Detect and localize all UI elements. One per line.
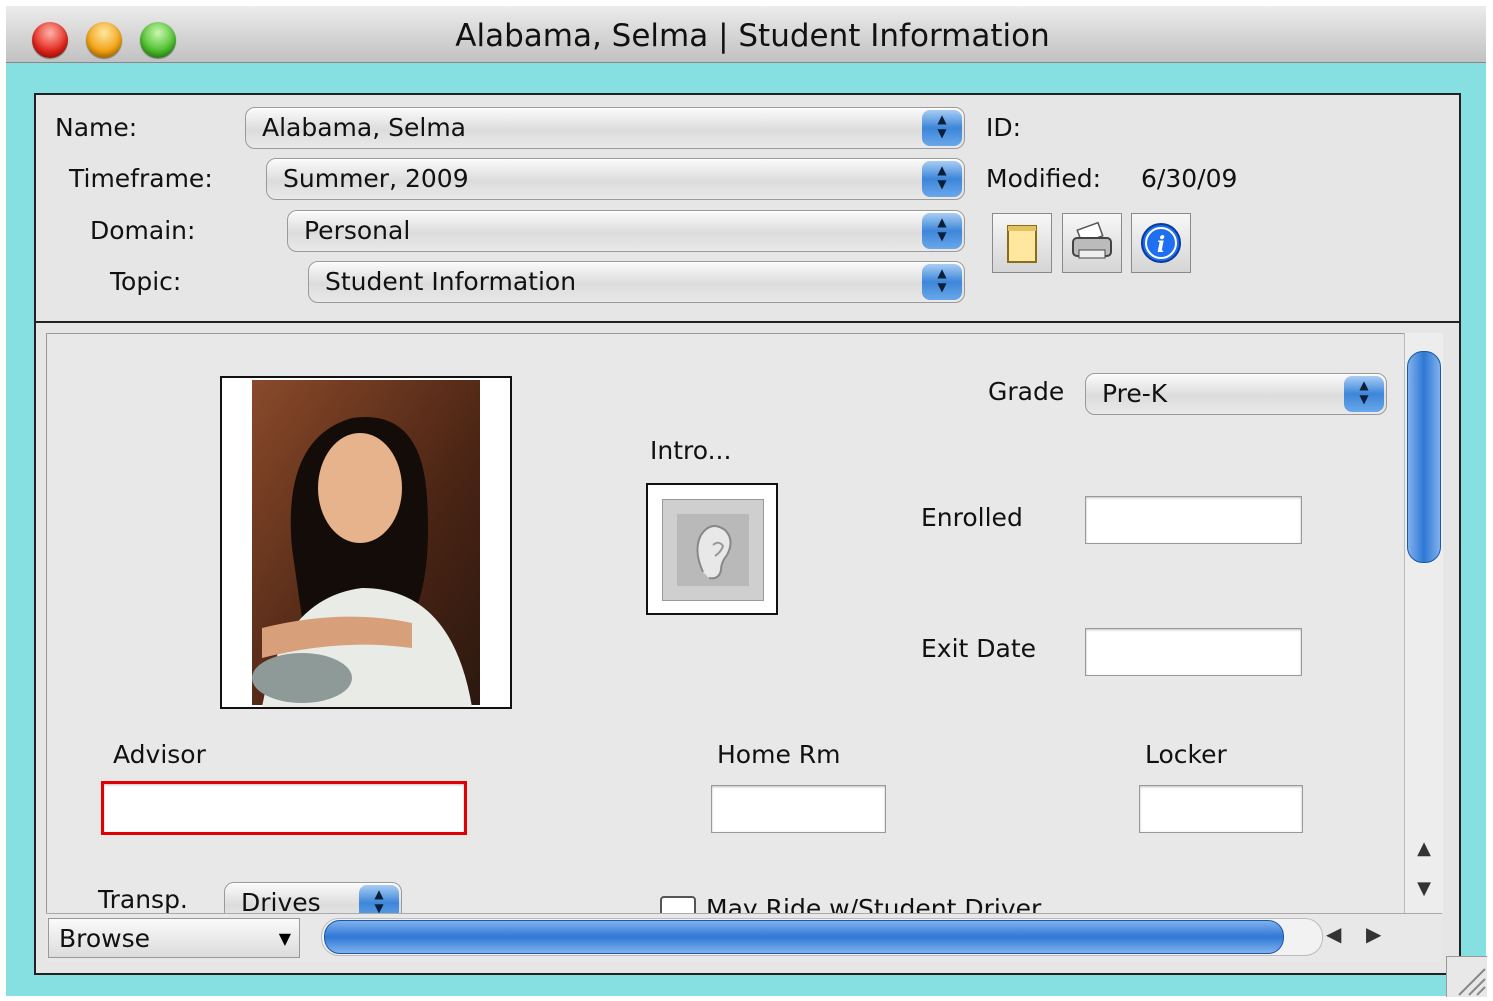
home-rm-label: Home Rm xyxy=(717,740,841,769)
locker-label: Locker xyxy=(1145,740,1227,769)
transp-value: Drives xyxy=(241,888,321,913)
svg-text:i: i xyxy=(1157,232,1165,258)
exit-date-label: Exit Date xyxy=(921,634,1037,663)
intro-label: Intro... xyxy=(650,436,732,465)
may-ride-label: May Ride w/Student Driver xyxy=(706,894,1042,913)
scroll-up-arrow-icon[interactable]: ▲ xyxy=(1405,838,1443,868)
clipped-row: Transp. Drives ▲ ▼ May Ride w/Student Dri… xyxy=(46,870,1404,913)
topic-value: Student Information xyxy=(325,267,577,296)
window-title: Alabama, Selma | Student Information xyxy=(455,18,1050,54)
scroll-right-arrow-icon[interactable]: ▶ xyxy=(1366,922,1381,946)
domain-popup[interactable]: Personal ▲ ▼ xyxy=(287,210,965,252)
id-label: ID: xyxy=(986,113,1022,142)
scroll-left-arrow-icon[interactable]: ◀ xyxy=(1326,922,1341,946)
intro-audio-button[interactable] xyxy=(646,483,778,615)
transp-popup[interactable]: Drives ▲ ▼ xyxy=(224,882,402,913)
topic-label: Topic: xyxy=(110,267,182,296)
home-rm-field[interactable] xyxy=(711,785,886,833)
bottom-bar: Browse ▼ ◀ ▶ xyxy=(46,913,1442,962)
ear-icon xyxy=(677,514,749,586)
domain-value: Personal xyxy=(304,216,411,245)
name-label: Name: xyxy=(55,113,138,142)
print-button[interactable] xyxy=(1062,213,1122,273)
grade-popup[interactable]: Pre-K ▲ ▼ xyxy=(1085,373,1387,415)
chevron-down-icon: ▼ xyxy=(278,929,291,948)
advisor-field[interactable] xyxy=(101,781,467,835)
updown-arrows-icon: ▲ ▼ xyxy=(922,264,962,300)
timeframe-label: Timeframe: xyxy=(69,164,213,193)
horizontal-scroll-thumb[interactable] xyxy=(324,920,1284,954)
updown-arrows-icon: ▲ ▼ xyxy=(922,161,962,197)
mode-popup[interactable]: Browse ▼ xyxy=(48,918,300,958)
intro-audio-frame xyxy=(662,499,764,601)
resize-grip[interactable] xyxy=(1446,956,1487,997)
may-ride-checkbox[interactable] xyxy=(660,896,696,913)
updown-arrows-icon: ▲ ▼ xyxy=(359,885,399,913)
grade-value: Pre-K xyxy=(1102,379,1168,408)
student-photo xyxy=(220,376,512,709)
exit-date-field[interactable] xyxy=(1085,628,1302,676)
name-value: Alabama, Selma xyxy=(262,113,466,142)
notepad-button[interactable] xyxy=(992,213,1052,273)
enrolled-field[interactable] xyxy=(1085,496,1302,544)
locker-field[interactable] xyxy=(1139,785,1303,833)
notepad-icon xyxy=(1007,225,1037,263)
advisor-label: Advisor xyxy=(113,740,206,769)
modified-value: 6/30/09 xyxy=(1141,164,1238,193)
grade-label: Grade xyxy=(988,377,1065,406)
transp-label: Transp. xyxy=(98,885,188,913)
enrolled-label: Enrolled xyxy=(921,503,1023,532)
resize-grip-icon xyxy=(1458,968,1486,996)
horizontal-scroll-track[interactable] xyxy=(321,918,1323,956)
info-icon: i xyxy=(1141,223,1181,263)
timeframe-value: Summer, 2009 xyxy=(283,164,469,193)
portrait-image xyxy=(252,380,480,707)
mode-value: Browse xyxy=(59,924,151,953)
vertical-scroll-thumb[interactable] xyxy=(1407,351,1441,563)
updown-arrows-icon: ▲ ▼ xyxy=(922,213,962,249)
timeframe-popup[interactable]: Summer, 2009 ▲ ▼ xyxy=(266,158,965,200)
scroll-down-arrow-icon[interactable]: ▼ xyxy=(1405,878,1443,908)
topic-popup[interactable]: Student Information ▲ ▼ xyxy=(308,261,965,303)
name-popup[interactable]: Alabama, Selma ▲ ▼ xyxy=(245,107,965,149)
domain-label: Domain: xyxy=(90,216,196,245)
printer-icon xyxy=(1072,221,1112,259)
modified-label: Modified: xyxy=(986,164,1102,193)
vertical-scrollbar[interactable]: ▲ ▼ xyxy=(1404,333,1443,913)
title-bar[interactable]: Alabama, Selma | Student Information xyxy=(6,6,1486,63)
updown-arrows-icon: ▲ ▼ xyxy=(1344,376,1384,412)
info-button[interactable]: i xyxy=(1131,213,1191,273)
updown-arrows-icon: ▲ ▼ xyxy=(922,110,962,146)
